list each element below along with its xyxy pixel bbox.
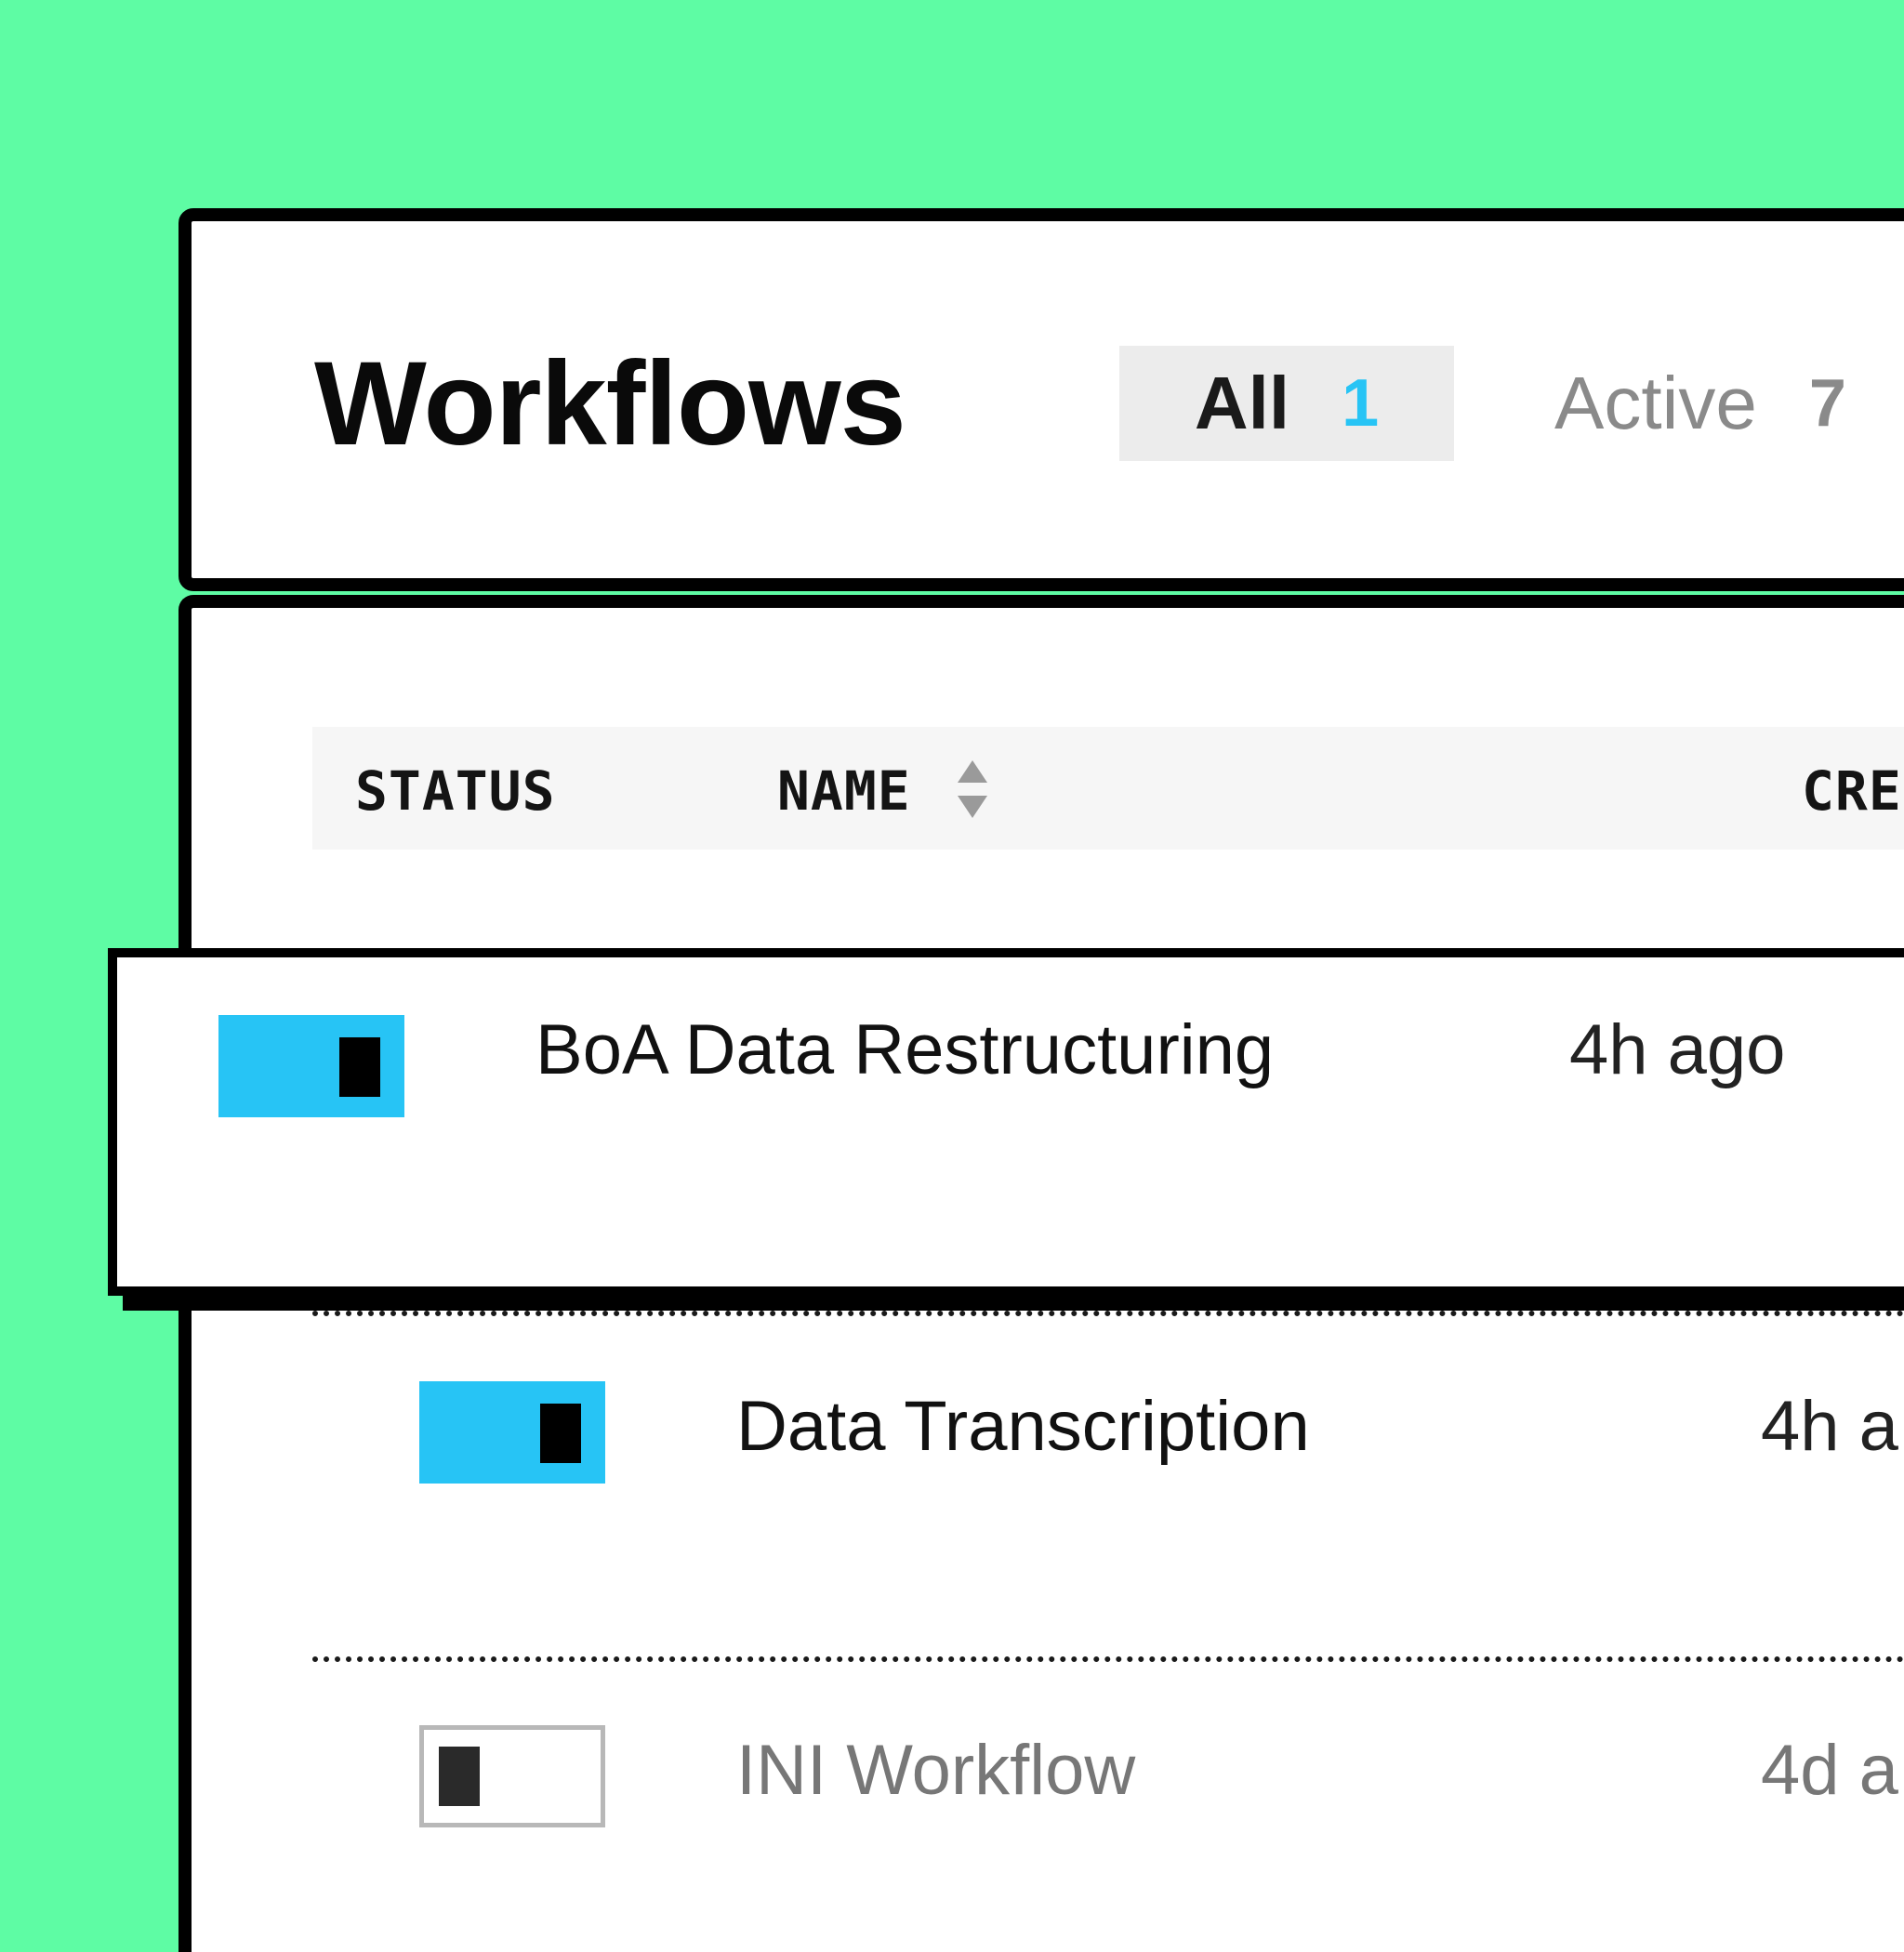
workflow-name[interactable]: BoA Data Restructuring [536,1009,1274,1092]
row-divider [312,1311,1904,1316]
created-time: 4h a [1761,1387,1898,1466]
toggle-knob [439,1747,480,1806]
column-header-name[interactable]: NAME [777,764,911,818]
toggle-knob [339,1037,380,1097]
table-row[interactable]: BoA Data Restructuring 4h ago [108,948,1904,1296]
column-header-created[interactable]: CRE [1802,764,1902,818]
tab-all-count: 1 [1342,366,1380,441]
status-toggle[interactable] [419,1725,605,1827]
created-time: 4h ago [1569,1010,1786,1089]
tab-all[interactable]: All 1 [1119,346,1454,461]
row-divider [312,1656,1904,1662]
status-toggle[interactable] [419,1381,605,1484]
tab-all-label: All [1194,362,1290,444]
column-header-status: STATUS [355,759,556,823]
status-toggle[interactable] [218,1015,404,1117]
tab-active[interactable]: Active 7 [1554,346,1904,461]
sort-icon[interactable] [956,760,989,818]
page-title: Workflows [314,337,906,470]
tab-active-label: Active [1554,362,1757,444]
tab-active-count: 7 [1808,366,1846,441]
created-time: 4d a [1761,1731,1898,1810]
workflow-name[interactable]: Data Transcription [736,1385,1310,1469]
workflow-name[interactable]: INI Workflow [736,1729,1135,1813]
toggle-knob [540,1404,581,1463]
